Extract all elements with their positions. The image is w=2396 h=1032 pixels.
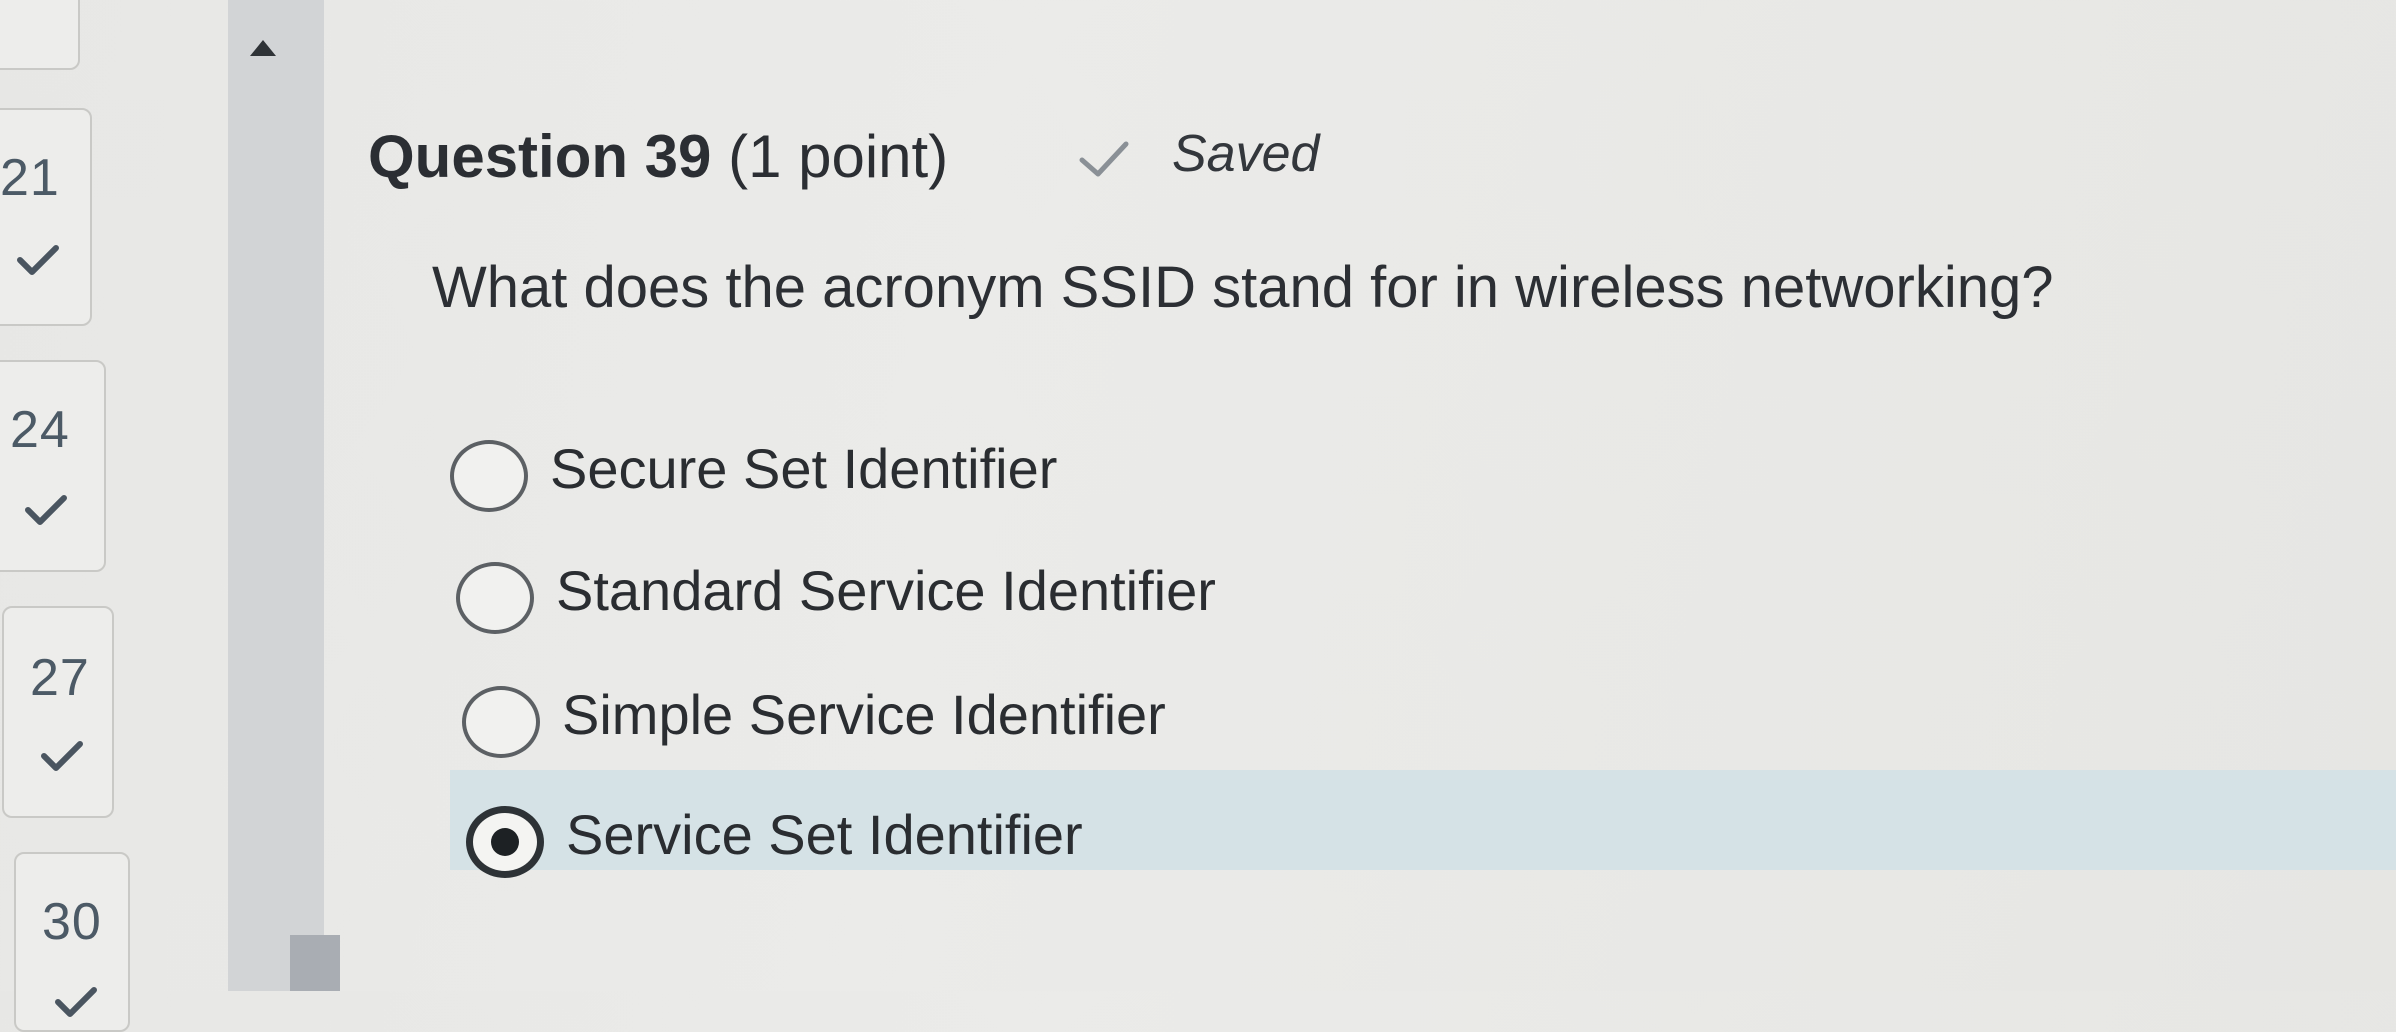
answer-option-1[interactable]: Secure Set Identifier xyxy=(450,432,1850,522)
nav-item-21[interactable]: 21 xyxy=(0,108,92,326)
answer-option-3[interactable]: Simple Service Identifier xyxy=(462,678,1862,768)
radio-button-selected[interactable] xyxy=(466,806,544,878)
radio-dot xyxy=(491,828,519,856)
triangle-up-icon[interactable] xyxy=(248,36,278,60)
answer-label: Simple Service Identifier xyxy=(562,683,1166,746)
question-points: (1 point) xyxy=(728,123,949,190)
checkmark-icon xyxy=(17,245,59,275)
question-title: Question 39 (1 point) xyxy=(368,122,948,191)
nav-item-27[interactable]: 27 xyxy=(2,606,114,818)
question-number: Question 39 xyxy=(368,123,712,190)
question-prompt: What does the acronym SSID stand for in … xyxy=(432,255,2054,320)
checkmark-icon xyxy=(25,495,67,525)
nav-item-24[interactable]: 24 xyxy=(0,360,106,572)
nav-item-number: 21 xyxy=(0,149,60,207)
nav-item-number: 27 xyxy=(30,649,90,707)
checkmark-icon xyxy=(41,741,83,771)
radio-button[interactable] xyxy=(456,562,534,634)
scrollbar-track[interactable] xyxy=(228,0,324,991)
answer-label: Service Set Identifier xyxy=(566,803,1083,866)
nav-tile-partial-top[interactable] xyxy=(0,0,80,70)
answer-option-4[interactable]: Service Set Identifier xyxy=(466,798,1866,888)
answer-label: Standard Service Identifier xyxy=(556,559,1216,622)
answer-option-2[interactable]: Standard Service Identifier xyxy=(456,554,1856,644)
answer-label: Secure Set Identifier xyxy=(550,437,1058,500)
scrollbar-thumb[interactable] xyxy=(290,935,340,991)
radio-button[interactable] xyxy=(462,686,540,758)
nav-item-number: 24 xyxy=(10,401,70,459)
checkmark-icon xyxy=(1079,141,1129,177)
nav-item-number: 30 xyxy=(42,893,102,951)
radio-button[interactable] xyxy=(450,440,528,512)
checkmark-icon xyxy=(55,987,97,1017)
nav-item-30[interactable]: 30 xyxy=(14,852,130,1032)
saved-label: Saved xyxy=(1172,125,1320,183)
